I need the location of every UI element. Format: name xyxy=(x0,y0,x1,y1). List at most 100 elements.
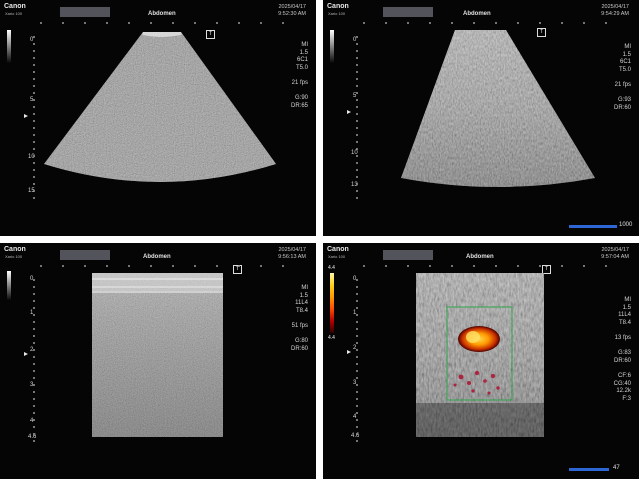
ultrasound-image xyxy=(92,273,223,437)
depth-tick xyxy=(33,155,35,157)
lateral-tick xyxy=(150,265,152,267)
lateral-tick xyxy=(385,265,387,267)
depth-tick xyxy=(356,405,358,407)
lateral-tick xyxy=(451,265,453,267)
depth-tick xyxy=(356,176,358,178)
lateral-tick xyxy=(172,265,174,267)
depth-tick xyxy=(356,169,358,171)
depth-tick xyxy=(356,57,358,59)
depth-tick xyxy=(33,148,35,150)
depth-tick xyxy=(33,64,35,66)
lateral-tick xyxy=(150,22,152,24)
depth-tick xyxy=(356,78,358,80)
depth-tick xyxy=(33,120,35,122)
lateral-tick xyxy=(40,22,42,24)
depth-tick xyxy=(33,36,35,38)
lateral-tick xyxy=(451,22,453,24)
ultrasound-image xyxy=(416,273,544,437)
lateral-tick xyxy=(473,265,475,267)
depth-tick xyxy=(356,197,358,199)
depth-tick xyxy=(356,300,358,302)
depth-label: 4.6 xyxy=(28,434,37,440)
lateral-tick xyxy=(517,265,519,267)
depth-tick xyxy=(33,279,35,281)
focus-marker-icon[interactable] xyxy=(347,110,351,114)
depth-tick xyxy=(33,377,35,379)
lateral-tick xyxy=(363,22,365,24)
depth-tick xyxy=(356,314,358,316)
depth-tick xyxy=(33,321,35,323)
depth-tick xyxy=(33,440,35,442)
imaging-parameters: MI 1.5 6C1 T5.0 21 fps G:93 DR:60 xyxy=(613,44,631,111)
depth-tick xyxy=(33,141,35,143)
depth-tick xyxy=(356,426,358,428)
depth-tick xyxy=(33,349,35,351)
depth-tick xyxy=(356,141,358,143)
depth-tick xyxy=(356,328,358,330)
depth-tick xyxy=(356,356,358,358)
cine-bar[interactable] xyxy=(569,468,609,471)
depth-tick xyxy=(33,405,35,407)
depth-tick xyxy=(33,162,35,164)
lateral-tick xyxy=(429,22,431,24)
depth-tick xyxy=(356,370,358,372)
depth-tick xyxy=(356,43,358,45)
ultrasound-panel-3: Canon Xario 100 Abdomen 2025/04/17 9:56:… xyxy=(0,243,316,479)
imaging-parameters: MI 1.5 11L4 T8.4 13 fps G:83 DR:60 CF:6 CG:… xyxy=(613,297,631,402)
depth-tick xyxy=(33,197,35,199)
cine-bar[interactable] xyxy=(569,225,617,228)
depth-tick xyxy=(356,71,358,73)
ultrasound-panel-4: Canon Xario 100 Abdomen 2025/04/17 9:57:… xyxy=(323,243,639,479)
depth-tick xyxy=(356,85,358,87)
ultrasound-panel-2: Canon Xario 100 Abdomen 2025/04/17 9:54:… xyxy=(323,0,639,236)
depth-tick xyxy=(33,92,35,94)
lateral-tick xyxy=(84,22,86,24)
depth-tick xyxy=(356,113,358,115)
focus-marker-icon[interactable] xyxy=(347,350,351,354)
depth-tick xyxy=(33,127,35,129)
lateral-tick xyxy=(282,22,284,24)
depth-tick xyxy=(33,134,35,136)
depth-tick xyxy=(33,99,35,101)
depth-tick xyxy=(33,363,35,365)
ultrasound-image xyxy=(44,32,276,182)
depth-tick xyxy=(356,349,358,351)
depth-tick xyxy=(356,279,358,281)
lateral-tick xyxy=(260,265,262,267)
depth-tick xyxy=(356,148,358,150)
depth-tick xyxy=(356,419,358,421)
depth-tick xyxy=(33,286,35,288)
lateral-tick xyxy=(385,22,387,24)
depth-tick xyxy=(33,412,35,414)
focus-marker-icon[interactable] xyxy=(24,352,28,356)
depth-tick xyxy=(356,155,358,157)
depth-tick xyxy=(356,127,358,129)
lateral-tick xyxy=(539,22,541,24)
depth-tick xyxy=(33,85,35,87)
lateral-tick xyxy=(517,22,519,24)
lateral-tick xyxy=(216,22,218,24)
depth-tick xyxy=(33,419,35,421)
lateral-tick xyxy=(539,265,541,267)
lateral-tick xyxy=(473,22,475,24)
lateral-tick xyxy=(407,265,409,267)
lateral-tick xyxy=(363,265,365,267)
depth-tick xyxy=(33,335,35,337)
depth-tick xyxy=(33,356,35,358)
depth-tick xyxy=(356,162,358,164)
focus-marker-icon[interactable] xyxy=(24,114,28,118)
depth-tick xyxy=(356,342,358,344)
depth-tick xyxy=(356,363,358,365)
cine-frame-count: 1000 xyxy=(619,222,633,228)
depth-tick xyxy=(356,92,358,94)
lateral-tick xyxy=(561,22,563,24)
depth-tick xyxy=(33,426,35,428)
lateral-tick xyxy=(605,22,607,24)
depth-tick xyxy=(33,78,35,80)
depth-tick xyxy=(356,412,358,414)
depth-tick xyxy=(33,342,35,344)
lateral-tick xyxy=(282,265,284,267)
depth-tick xyxy=(356,391,358,393)
ultrasound-image xyxy=(401,30,595,187)
depth-tick xyxy=(356,134,358,136)
